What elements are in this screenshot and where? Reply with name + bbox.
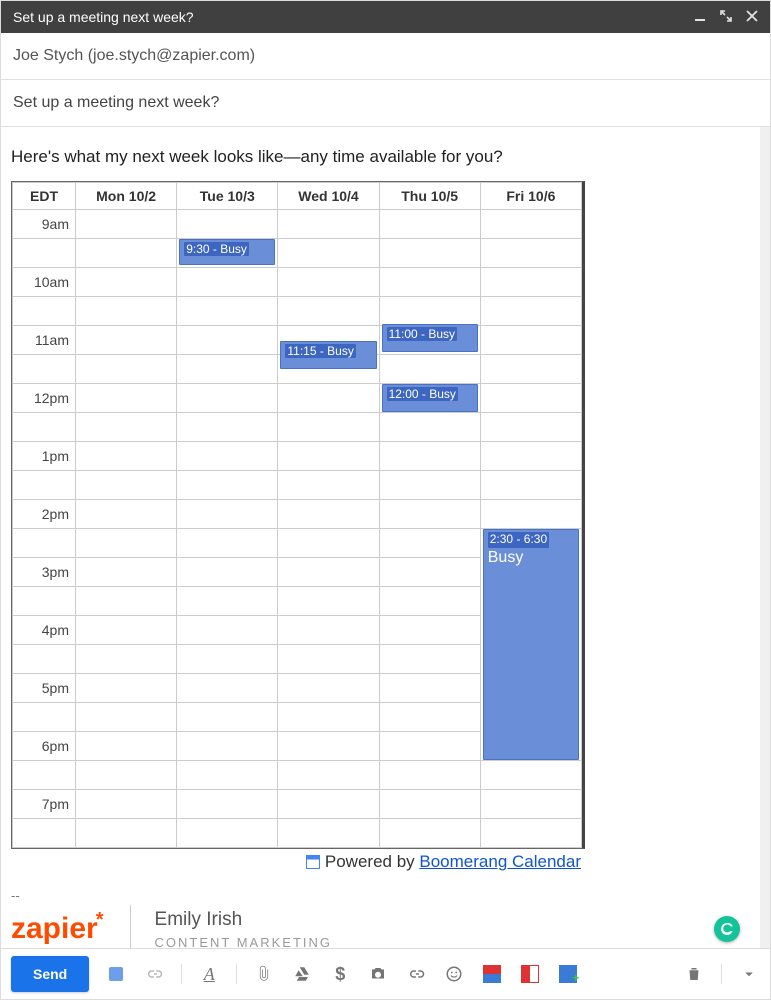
- hour-label: 5pm: [13, 674, 76, 703]
- boomerang-icon-1[interactable]: [481, 963, 503, 985]
- event-busy[interactable]: 12:00 - Busy: [382, 384, 478, 412]
- compose-toolbar: Send A $: [1, 948, 770, 999]
- calendar-cell[interactable]: 11:15 - Busy: [278, 355, 379, 384]
- hour-label: 2pm: [13, 500, 76, 529]
- zapier-logo: zapier*: [11, 912, 106, 946]
- hour-label: 12pm: [13, 384, 76, 413]
- intro-text: Here's what my next week looks like—any …: [11, 147, 750, 167]
- attach-icon[interactable]: [253, 963, 275, 985]
- hour-label: 3pm: [13, 558, 76, 587]
- day-header: Mon 10/2: [76, 183, 177, 210]
- calendar-cell[interactable]: 9:30 - Busy: [177, 239, 278, 268]
- grammarly-icon[interactable]: [714, 916, 740, 942]
- day-header: Tue 10/3: [177, 183, 278, 210]
- link-icon[interactable]: [405, 963, 427, 985]
- hour-label: 11am: [13, 326, 76, 355]
- minimize-icon[interactable]: [694, 9, 706, 25]
- hour-label: 9am: [13, 210, 76, 239]
- day-header: Thu 10/5: [379, 183, 480, 210]
- event-busy[interactable]: 9:30 - Busy: [179, 239, 275, 265]
- hour-label: 1pm: [13, 442, 76, 471]
- send-button[interactable]: Send: [11, 956, 89, 992]
- signature-separator: --: [11, 888, 750, 903]
- powered-by: Powered by Boomerang Calendar: [11, 849, 581, 888]
- calendar-grid: EDT Mon 10/2 Tue 10/3 Wed 10/4 Thu 10/5 …: [11, 181, 585, 849]
- event-busy[interactable]: 11:00 - Busy: [382, 324, 478, 352]
- event-busy[interactable]: 11:15 - Busy: [280, 341, 376, 369]
- hour-label: 7pm: [13, 790, 76, 819]
- calendar-cell[interactable]: 11:00 - Busy: [379, 326, 480, 355]
- hour-label: 4pm: [13, 616, 76, 645]
- money-icon[interactable]: $: [329, 963, 351, 985]
- timezone-label: EDT: [13, 183, 76, 210]
- toolbar-separator: [181, 964, 182, 984]
- insert-link-icon[interactable]: [143, 963, 165, 985]
- titlebar: Set up a meeting next week?: [1, 1, 770, 33]
- photo-icon[interactable]: [367, 963, 389, 985]
- hour-label: 10am: [13, 268, 76, 297]
- day-header: Fri 10/6: [480, 183, 581, 210]
- subject-field[interactable]: Set up a meeting next week?: [1, 80, 770, 127]
- window-title: Set up a meeting next week?: [13, 9, 694, 25]
- formatting-icon[interactable]: A: [198, 963, 220, 985]
- toolbar-separator: [236, 964, 237, 984]
- close-icon[interactable]: [746, 9, 758, 25]
- calendar-cell[interactable]: 12:00 - Busy: [379, 384, 480, 413]
- expand-icon[interactable]: [720, 9, 732, 25]
- boomerang-icon-2[interactable]: [519, 963, 541, 985]
- calendar-cell[interactable]: 2:30 - 6:30 Busy: [480, 529, 581, 761]
- hour-label: 6pm: [13, 732, 76, 761]
- signature-divider: [130, 905, 131, 948]
- toolbar-separator: [721, 964, 722, 984]
- drive-icon[interactable]: [291, 963, 313, 985]
- compose-window: Set up a meeting next week? Joe Stych (j…: [0, 0, 771, 1000]
- window-controls: [694, 9, 758, 25]
- signature-role: CONTENT MARKETING: [155, 935, 333, 949]
- boomerang-badge-icon[interactable]: [105, 963, 127, 985]
- emoji-icon[interactable]: [443, 963, 465, 985]
- day-header: Wed 10/4: [278, 183, 379, 210]
- trash-icon[interactable]: [683, 963, 705, 985]
- signature-name: Emily Irish: [155, 909, 333, 931]
- boomerang-icon-3[interactable]: [557, 963, 579, 985]
- more-options-icon[interactable]: [738, 963, 760, 985]
- event-busy[interactable]: 2:30 - 6:30 Busy: [483, 529, 579, 760]
- boomerang-link[interactable]: Boomerang Calendar: [419, 852, 581, 871]
- calendar-header-row: EDT Mon 10/2 Tue 10/3 Wed 10/4 Thu 10/5 …: [13, 183, 582, 210]
- signature: zapier* Emily Irish CONTENT MARKETING: [11, 905, 750, 948]
- calendar-icon: [306, 855, 320, 869]
- to-field[interactable]: Joe Stych (joe.stych@zapier.com): [1, 33, 770, 80]
- message-body[interactable]: Here's what my next week looks like—any …: [1, 127, 770, 948]
